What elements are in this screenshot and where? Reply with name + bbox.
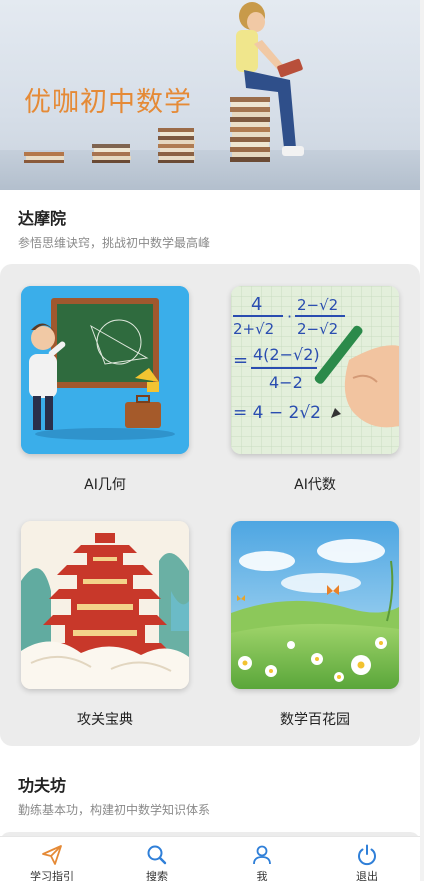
- algebra-frac1-num: 4: [251, 294, 262, 315]
- tab-me[interactable]: 我: [222, 837, 302, 881]
- section-subtitle-gongfufang: 勤练基本功，构建初中数学知识体系: [18, 803, 211, 817]
- card-label-math-garden: 数学百花园: [280, 712, 350, 728]
- tower-illustration: [21, 521, 189, 689]
- paper-plane-icon: [42, 845, 62, 865]
- app-page: 优咖初中数学 达摩院 参悟思维诀窍，挑战初中数学最高峰 AI几何 4 2+√2 …: [0, 0, 424, 881]
- card-challenge-handbook[interactable]: [21, 521, 189, 689]
- user-icon: [253, 845, 271, 865]
- algebra-frac1-den: 2+√2: [233, 320, 274, 338]
- hero-banner: 优咖初中数学: [0, 0, 424, 190]
- card-label-challenge-handbook: 攻关宝典: [77, 712, 133, 728]
- card-label-ai-algebra: AI代数: [294, 477, 336, 493]
- meadow-illustration: [231, 521, 399, 689]
- card-ai-algebra[interactable]: 4 2+√2 · 2−√2 2−√2 = 4(2−√2) 4−2 = 4 − 2…: [231, 286, 399, 454]
- banner-title: 优咖初中数学: [24, 87, 192, 118]
- scrollbar[interactable]: [420, 0, 424, 881]
- section-title-damoyuan: 达摩院: [18, 209, 67, 228]
- algebra-frac2-den: 2−√2: [297, 320, 338, 338]
- algebra-illustration: 4 2+√2 · 2−√2 2−√2 = 4(2−√2) 4−2 = 4 − 2…: [231, 286, 399, 454]
- card-math-garden[interactable]: [231, 521, 399, 689]
- svg-text:·: ·: [287, 307, 292, 326]
- tab-label-me: 我: [256, 870, 268, 881]
- search-icon: [147, 845, 167, 865]
- power-icon: [358, 844, 376, 866]
- tab-search[interactable]: 搜索: [117, 837, 197, 881]
- algebra-frac2-num: 2−√2: [297, 296, 338, 314]
- tab-label-logout: 退出: [356, 870, 378, 881]
- algebra-line2-num: 4(2−√2): [253, 345, 320, 364]
- geometry-illustration: [21, 286, 189, 454]
- tab-study-guide[interactable]: 学习指引: [12, 837, 92, 881]
- tab-label-search: 搜索: [146, 870, 168, 881]
- section-subtitle-damoyuan: 参悟思维诀窍，挑战初中数学最高峰: [18, 236, 211, 250]
- bottom-tab-bar: 学习指引 搜索 我 退出: [0, 836, 424, 881]
- feature-grid-panel: AI几何 4 2+√2 · 2−√2 2−√2 = 4(2−√2) 4−2 = …: [0, 264, 420, 746]
- tab-label-study-guide: 学习指引: [30, 870, 74, 881]
- card-ai-geometry[interactable]: [21, 286, 189, 454]
- tab-logout[interactable]: 退出: [327, 837, 407, 881]
- algebra-line3: = 4 − 2√2: [233, 403, 321, 423]
- section-title-gongfufang: 功夫坊: [18, 776, 67, 795]
- card-label-ai-geometry: AI几何: [84, 477, 126, 493]
- algebra-line2-eq: =: [233, 350, 248, 371]
- algebra-line2-den: 4−2: [269, 373, 303, 392]
